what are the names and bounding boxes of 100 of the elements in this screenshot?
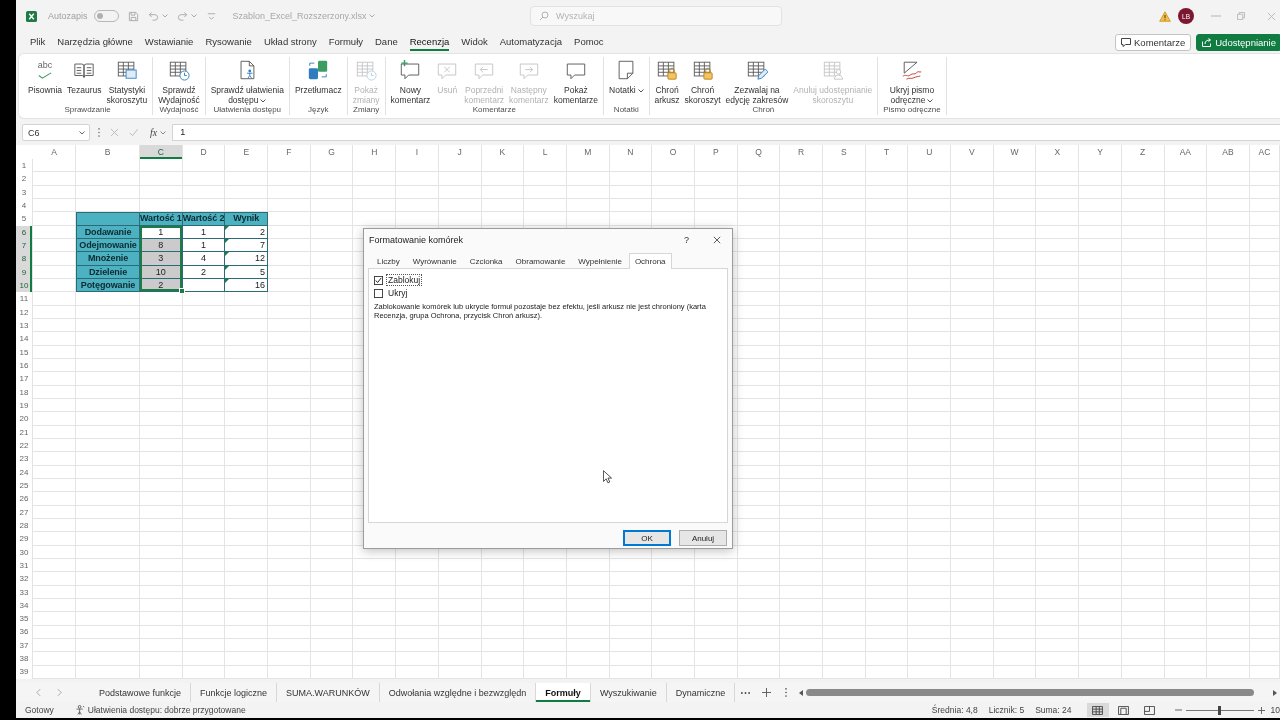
scrollbar-thumb[interactable] [806, 689, 1254, 696]
row-header[interactable]: 12 [16, 305, 32, 319]
sheet-tab[interactable]: Wyszukiwanie [590, 683, 667, 702]
row-header[interactable]: 27 [16, 505, 32, 519]
search-field[interactable]: Wyszukaj [530, 6, 782, 26]
menu-tab[interactable]: Dane [375, 32, 398, 51]
row-header[interactable]: 26 [16, 492, 32, 506]
row-header[interactable]: 34 [16, 598, 32, 613]
checkbox[interactable] [374, 275, 383, 285]
vertical-dots-icon[interactable] [785, 688, 788, 697]
formula-field[interactable]: 1 [172, 124, 1280, 141]
error-indicator-icon[interactable] [225, 278, 230, 283]
row-header[interactable]: 32 [16, 572, 32, 586]
ribbon-button[interactable]: Sprawdź ułatwienia dostępu [208, 57, 286, 105]
ribbon-button[interactable]: Statystyki skoroszytu [104, 57, 150, 105]
row-header[interactable]: 1 [16, 159, 32, 173]
row-header[interactable]: 16 [16, 358, 32, 373]
row-header[interactable]: 5 [16, 212, 32, 226]
row-header[interactable]: 3 [16, 185, 32, 199]
row-header[interactable]: 38 [16, 652, 32, 666]
ribbon-button[interactable]: abc Pisownia [26, 57, 65, 95]
row-header[interactable]: 21 [16, 425, 32, 439]
dialog-tab[interactable]: Ochrona [628, 253, 672, 269]
menu-tab[interactable]: Widok [461, 32, 488, 51]
row-header[interactable]: 6 [16, 225, 32, 239]
more-icon[interactable] [741, 691, 751, 694]
checkbox[interactable] [374, 288, 383, 298]
row-header[interactable]: 30 [16, 545, 32, 559]
comments-button[interactable]: Komentarze [1115, 33, 1192, 51]
row-header[interactable]: 13 [16, 318, 32, 333]
row-header[interactable]: 35 [16, 612, 32, 626]
ribbon-button[interactable]: Ukryj pismo odręczne [887, 57, 937, 105]
check-icon[interactable] [129, 128, 138, 137]
error-indicator-icon[interactable] [225, 225, 230, 230]
dialog-tab[interactable]: Obramowanie [509, 253, 572, 269]
row-header[interactable]: 11 [16, 292, 32, 306]
ribbon-button[interactable]: Tezaurus [65, 57, 104, 95]
row-header[interactable]: 37 [16, 638, 32, 653]
row-header[interactable]: 18 [16, 385, 32, 399]
menu-tab[interactable]: Układ strony [263, 32, 317, 51]
zoom-percentage[interactable]: 10 [1270, 705, 1280, 715]
dialog-button[interactable]: Anuluj [679, 530, 727, 546]
ribbon-button[interactable]: Nowy komentarz [388, 57, 433, 105]
menu-tab[interactable]: Recenzja [409, 32, 450, 51]
ribbon-button[interactable]: Chroń arkusz [652, 57, 682, 105]
menu-tab[interactable]: Rysowanie [205, 32, 252, 51]
menu-tab[interactable]: Automatyzacja [499, 32, 563, 51]
plus-icon[interactable] [762, 688, 772, 697]
name-box[interactable]: C6 [22, 124, 90, 141]
sheet-tab[interactable]: Funkcje logiczne [191, 683, 278, 702]
caret-icon[interactable] [160, 130, 167, 135]
error-indicator-icon[interactable] [225, 265, 230, 270]
dialog-tab[interactable]: Liczby [371, 253, 406, 269]
ribbon-button[interactable]: Chroń skoroszyt [682, 57, 723, 105]
ribbon-button[interactable]: Notatki [607, 57, 646, 95]
row-header[interactable]: 14 [16, 332, 32, 346]
sheet-tab[interactable]: Formuły [536, 683, 591, 702]
dialog-tab[interactable]: Czcionka [463, 253, 509, 269]
ribbon-button[interactable]: Zezwalaj na edycję zakresów [723, 57, 791, 105]
row-header[interactable]: 20 [16, 412, 32, 426]
autosave-toggle[interactable] [93, 10, 119, 22]
view-button[interactable] [1086, 703, 1109, 717]
ribbon-button[interactable]: Przetłumacz [292, 57, 344, 95]
row-header[interactable]: 28 [16, 518, 32, 533]
checkbox-label[interactable]: Zablokuj [386, 274, 423, 286]
menu-tab[interactable]: Plik [30, 32, 46, 51]
row-header[interactable]: 24 [16, 465, 32, 479]
row-header[interactable]: 19 [16, 398, 32, 413]
dialog-button[interactable]: OK [623, 530, 671, 546]
checkbox-label[interactable]: Ukryj [386, 287, 410, 299]
person-icon[interactable] [75, 705, 85, 715]
slider-thumb[interactable] [1218, 705, 1222, 715]
share-button[interactable]: Udostępnianie [1196, 33, 1280, 51]
menu-tab[interactable]: Formuły [328, 32, 363, 51]
row-header[interactable]: 36 [16, 625, 32, 639]
sheet-tab[interactable]: Dynamiczne [666, 683, 736, 702]
ribbon-button[interactable]: Sprawdź Wydajność [156, 57, 202, 105]
spreadsheet-logo-icon[interactable] [26, 10, 37, 22]
row-header[interactable]: 22 [16, 438, 32, 453]
row-header[interactable]: 23 [16, 452, 32, 466]
error-indicator-icon[interactable] [225, 238, 230, 243]
row-header[interactable]: 8 [16, 252, 32, 266]
table-cell[interactable]: 12 [225, 252, 269, 266]
close-icon[interactable] [713, 235, 721, 244]
column-header[interactable]: C [140, 145, 183, 159]
ribbon-button[interactable]: Pokaż komentarze [551, 57, 601, 105]
row-header[interactable]: 31 [16, 558, 32, 573]
plus-icon[interactable] [1257, 706, 1265, 714]
menu-tab[interactable]: Wstawianie [144, 32, 194, 51]
triangle-left-icon[interactable] [799, 689, 804, 696]
table-cell[interactable]: 3 [140, 252, 183, 266]
row-header[interactable]: 25 [16, 478, 32, 493]
help-button[interactable]: ? [681, 234, 692, 245]
row-header[interactable]: 4 [16, 199, 32, 213]
row-header[interactable]: 29 [16, 532, 32, 546]
table-cell[interactable]: 4 [182, 252, 226, 266]
sheet-tab[interactable]: Podstawowe funkcje [90, 683, 192, 702]
menu-tab[interactable]: Narzędzia główne [57, 32, 133, 51]
triangle-right-icon[interactable] [1273, 689, 1277, 696]
row-header[interactable]: 33 [16, 585, 32, 599]
